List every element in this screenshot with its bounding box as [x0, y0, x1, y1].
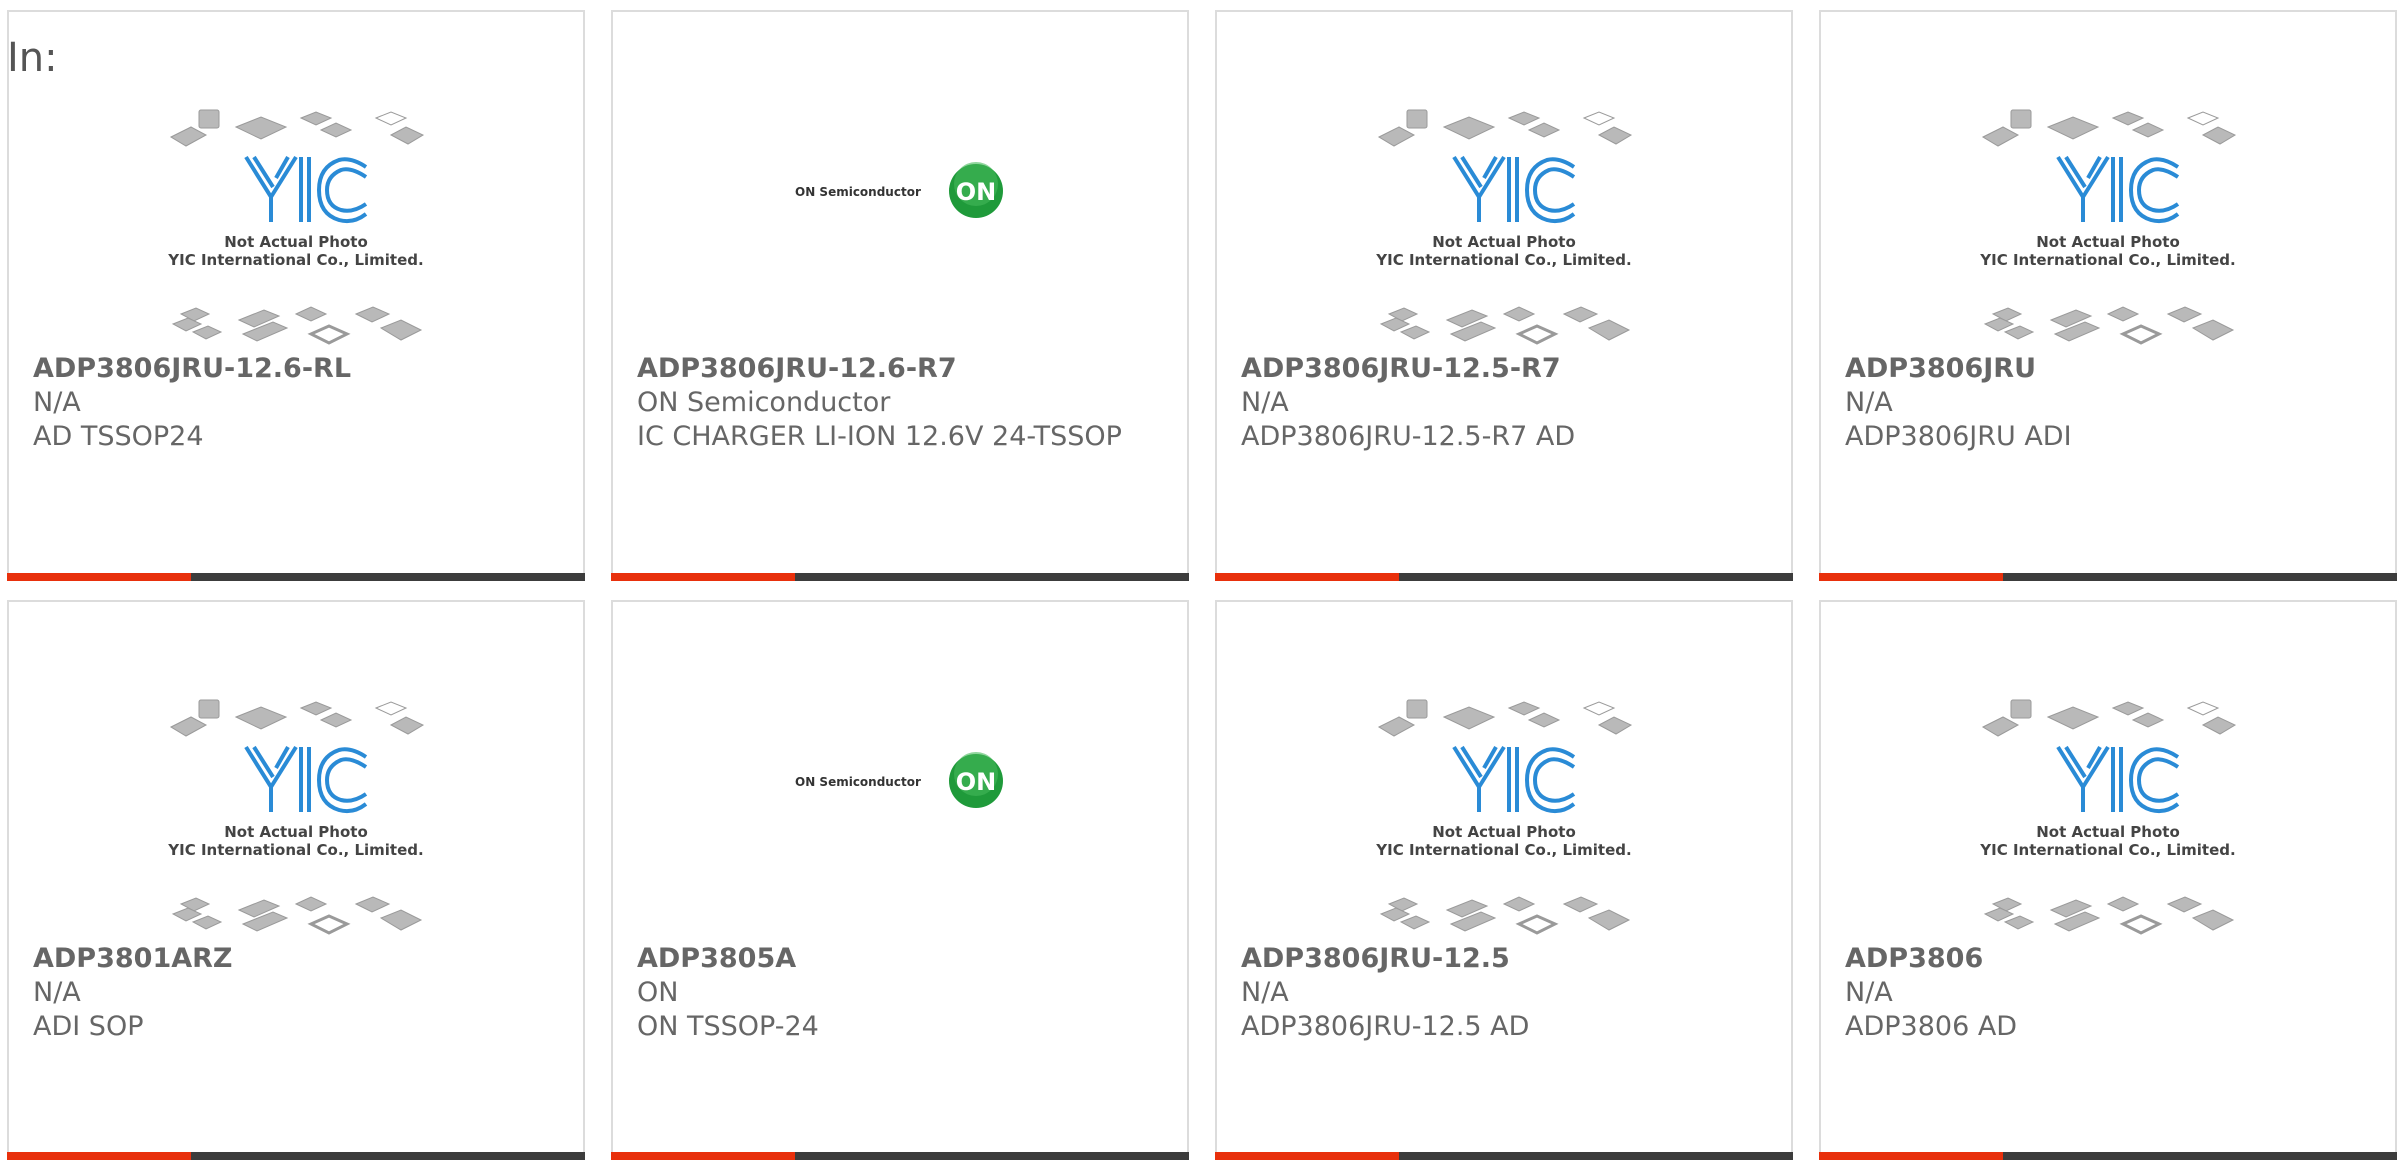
product-manufacturer: ON: [637, 977, 679, 1008]
card-footer-bar: [1215, 573, 1793, 581]
placeholder-photo-image: Not Actual Photo YIC International Co., …: [1979, 109, 2237, 345]
placeholder-photo-image: Not Actual Photo YIC International Co., …: [1979, 699, 2237, 935]
product-card[interactable]: Not Actual Photo YIC International Co., …: [1819, 10, 2397, 581]
on-badge: ON: [956, 178, 997, 206]
on-semiconductor-logo: ON Semiconductor ON: [795, 162, 1003, 218]
placeholder-caption-line2: YIC International Co., Limited.: [167, 841, 423, 859]
product-info: ADP3806 N/A ADP3806 AD: [1845, 942, 2371, 1044]
product-info: ADP3806JRU-12.5-R7 N/A ADP3806JRU-12.5-R7 …: [1241, 352, 1767, 454]
product-image[interactable]: Not Actual Photo YIC International Co., …: [1821, 692, 2395, 942]
product-info: ADP3806JRU-12.6-R7 ON Semiconductor IC CHA…: [637, 352, 1163, 454]
product-image[interactable]: Not Actual Photo YIC International Co., …: [1821, 102, 2395, 352]
product-card[interactable]: Not Actual Photo YIC International Co., …: [7, 600, 585, 1160]
card-footer-accent: [1215, 573, 1399, 581]
placeholder-photo-image: Not Actual Photo YIC International Co., …: [1375, 109, 1633, 345]
product-manufacturer: N/A: [33, 387, 81, 418]
product-manufacturer: ON Semiconductor: [637, 387, 891, 418]
product-image[interactable]: ON Semiconductor ON: [613, 692, 1187, 942]
card-footer-bar: [611, 1152, 1189, 1160]
placeholder-caption-line2: YIC International Co., Limited.: [1375, 841, 1631, 859]
product-image[interactable]: ON Semiconductor ON: [613, 102, 1187, 352]
placeholder-caption-line1: Not Actual Photo: [224, 233, 368, 251]
placeholder-caption-line2: YIC International Co., Limited.: [1979, 841, 2235, 859]
product-description: ADP3806JRU-12.5-R7 AD: [1241, 421, 1576, 452]
placeholder-photo-image: Not Actual Photo YIC International Co., …: [167, 699, 425, 935]
product-manufacturer: N/A: [1241, 977, 1289, 1008]
card-footer-accent: [7, 573, 191, 581]
card-footer-bar: [1819, 1152, 2397, 1160]
placeholder-caption-line2: YIC International Co., Limited.: [167, 251, 423, 269]
placeholder-photo-image: Not Actual Photo YIC International Co., …: [1375, 699, 1633, 935]
placeholder-photo-image: Not Actual Photo YIC International Co., …: [167, 109, 425, 345]
on-wordmark: ON Semiconductor: [795, 775, 921, 789]
product-info: ADP3806JRU-12.6-RL N/A AD TSSOP24: [33, 352, 559, 454]
card-footer-accent: [611, 573, 795, 581]
product-description: IC CHARGER LI-ION 12.6V 24-TSSOP: [637, 421, 1122, 452]
product-part-number[interactable]: ADP3806JRU-12.5: [1241, 942, 1767, 976]
on-badge: ON: [956, 768, 997, 796]
card-footer-bar: [1819, 573, 2397, 581]
product-description: ADP3806JRU-12.5 AD: [1241, 1011, 1530, 1042]
product-image[interactable]: Not Actual Photo YIC International Co., …: [9, 692, 583, 942]
product-part-number[interactable]: ADP3805A: [637, 942, 1163, 976]
product-part-number[interactable]: ADP3806JRU-12.5-R7: [1241, 352, 1767, 386]
product-description: ON TSSOP-24: [637, 1011, 819, 1042]
product-description: ADP3806 AD: [1845, 1011, 2018, 1042]
product-info: ADP3805A ON ON TSSOP-24: [637, 942, 1163, 1044]
in-label: In:: [7, 35, 58, 81]
product-card[interactable]: Not Actual Photo YIC International Co., …: [1215, 10, 1793, 581]
product-part-number[interactable]: ADP3806JRU-12.6-RL: [33, 352, 559, 386]
card-footer-accent: [1819, 573, 2003, 581]
product-card[interactable]: Not Actual Photo YIC International Co., …: [1819, 600, 2397, 1160]
product-part-number[interactable]: ADP3801ARZ: [33, 942, 559, 976]
placeholder-caption-line1: Not Actual Photo: [2036, 823, 2180, 841]
product-manufacturer: N/A: [1845, 387, 1893, 418]
product-info: ADP3806JRU-12.5 N/A ADP3806JRU-12.5 AD: [1241, 942, 1767, 1044]
card-footer-accent: [1819, 1152, 2003, 1160]
placeholder-caption-line1: Not Actual Photo: [1432, 233, 1576, 251]
product-part-number[interactable]: ADP3806JRU: [1845, 352, 2371, 386]
product-card[interactable]: ON Semiconductor ON ADP3806JRU-12.6-R7 ON…: [611, 10, 1189, 581]
product-image[interactable]: Not Actual Photo YIC International Co., …: [1217, 692, 1791, 942]
product-manufacturer: N/A: [1845, 977, 1893, 1008]
product-part-number[interactable]: ADP3806JRU-12.6-R7: [637, 352, 1163, 386]
product-image[interactable]: Not Actual Photo YIC International Co., …: [9, 102, 583, 352]
on-semiconductor-logo: ON Semiconductor ON: [795, 752, 1003, 808]
product-description: ADP3806JRU ADI: [1845, 421, 2072, 452]
card-footer-bar: [7, 1152, 585, 1160]
product-info: ADP3801ARZ N/A ADI SOP: [33, 942, 559, 1044]
placeholder-caption-line1: Not Actual Photo: [1432, 823, 1576, 841]
product-part-number[interactable]: ADP3806: [1845, 942, 2371, 976]
product-manufacturer: N/A: [33, 977, 81, 1008]
placeholder-caption-line2: YIC International Co., Limited.: [1979, 251, 2235, 269]
product-card[interactable]: Not Actual Photo YIC International Co., …: [7, 10, 585, 581]
card-footer-accent: [1215, 1152, 1399, 1160]
product-card[interactable]: ON Semiconductor ON ADP3805A ON ON TSSOP-2…: [611, 600, 1189, 1160]
product-description: AD TSSOP24: [33, 421, 204, 452]
product-info: ADP3806JRU N/A ADP3806JRU ADI: [1845, 352, 2371, 454]
card-footer-accent: [611, 1152, 795, 1160]
card-footer-accent: [7, 1152, 191, 1160]
card-footer-bar: [611, 573, 1189, 581]
placeholder-caption-line1: Not Actual Photo: [2036, 233, 2180, 251]
placeholder-caption-line2: YIC International Co., Limited.: [1375, 251, 1631, 269]
placeholder-caption-line1: Not Actual Photo: [224, 823, 368, 841]
product-manufacturer: N/A: [1241, 387, 1289, 418]
on-wordmark: ON Semiconductor: [795, 185, 921, 199]
card-footer-bar: [1215, 1152, 1793, 1160]
product-image[interactable]: Not Actual Photo YIC International Co., …: [1217, 102, 1791, 352]
product-description: ADI SOP: [33, 1011, 144, 1042]
card-footer-bar: [7, 573, 585, 581]
product-card[interactable]: Not Actual Photo YIC International Co., …: [1215, 600, 1793, 1160]
